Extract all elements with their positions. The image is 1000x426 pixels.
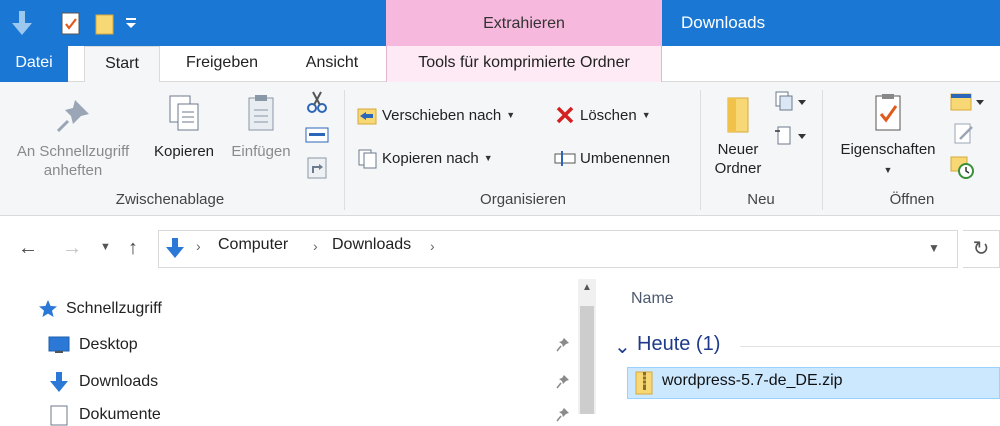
group-label-open: Öffnen	[889, 191, 935, 208]
edit-icon[interactable]	[952, 122, 976, 146]
nav-scrollbar-thumb[interactable]	[580, 306, 594, 414]
properties-dropdown-icon: ▼	[883, 165, 893, 175]
breadcrumb-downloads[interactable]: Downloads	[332, 236, 411, 254]
group-separator	[344, 90, 345, 210]
new-folder-icon	[727, 97, 749, 133]
recent-locations-dropdown-icon[interactable]: ▼	[100, 241, 111, 253]
group-collapse-chevron-icon[interactable]: ⌄	[614, 334, 631, 359]
paste-label: Einfügen	[231, 143, 291, 160]
rename-icon	[554, 151, 576, 166]
nav-label: Desktop	[79, 336, 138, 353]
contextual-band-extract: Extrahieren	[386, 0, 662, 46]
delete-x-icon	[556, 106, 574, 124]
nav-label: Downloads	[79, 373, 159, 390]
copy-to-dropdown-icon: ▼	[483, 153, 493, 163]
pin-icon	[556, 338, 569, 352]
paste-button[interactable]: Einfügen	[224, 92, 298, 161]
pin-icon	[556, 375, 569, 389]
nav-item-documents[interactable]: Dokumente	[48, 404, 572, 426]
history-icon[interactable]	[950, 154, 976, 180]
group-label-clipboard: Zwischenablage	[115, 191, 225, 208]
scissors-icon[interactable]	[306, 90, 328, 114]
new-folder-button[interactable]: Neuer Ordner	[706, 92, 770, 178]
refresh-icon[interactable]: ↻	[963, 230, 1000, 268]
tab-freigeben[interactable]: Freigeben	[172, 46, 272, 82]
ribbon: An Schnellzugriff anheften Kopieren Einf…	[0, 82, 1000, 216]
group-divider	[740, 346, 1000, 347]
tab-datei[interactable]: Datei	[0, 46, 68, 82]
up-arrow-icon[interactable]: ↑	[128, 237, 138, 260]
pin-label-line1: An Schnellzugriff	[16, 143, 130, 160]
group-label-organize: Organisieren	[480, 191, 566, 208]
copy-button[interactable]: Kopieren	[148, 92, 220, 161]
breadcrumb-chevron-icon[interactable]: ›	[313, 238, 318, 254]
group-separator	[700, 90, 701, 210]
new-folder-label-line2: Ordner	[714, 160, 762, 177]
move-folder-icon	[357, 108, 377, 125]
pin-icon	[56, 100, 89, 133]
nav-item-downloads[interactable]: Downloads	[48, 371, 572, 393]
pin-to-quick-access-button[interactable]: An Schnellzugriff anheften	[8, 96, 138, 180]
properties-qa-icon[interactable]	[60, 10, 82, 36]
breadcrumb-chevron-icon[interactable]: ›	[430, 238, 435, 254]
copy-icon	[169, 95, 199, 131]
ribbon-tabs: Datei Start Freigeben Ansicht Tools für …	[0, 46, 1000, 83]
zip-folder-icon	[635, 371, 653, 395]
move-to-button[interactable]: Verschieben nach ▼	[356, 104, 515, 126]
breadcrumb-chevron-icon[interactable]: ›	[196, 238, 201, 254]
navigation-pane: Schnellzugriff Desktop Downloads Dokumen…	[0, 279, 600, 426]
open-folder-icon[interactable]	[950, 90, 986, 114]
nav-item-desktop[interactable]: Desktop	[48, 335, 572, 355]
downloads-location-icon	[166, 238, 184, 258]
pin-icon	[556, 408, 569, 422]
window-title: Downloads	[681, 13, 766, 32]
delete-dropdown-icon: ▼	[641, 110, 651, 120]
tab-ansicht[interactable]: Ansicht	[290, 46, 374, 82]
title-bar: Extrahieren Downloads	[0, 0, 1000, 46]
rename-label: Umbenennen	[580, 149, 671, 167]
new-item-icon[interactable]	[774, 90, 810, 114]
forward-arrow-icon[interactable]: →	[62, 237, 82, 260]
properties-button[interactable]: Eigenschaften ▼	[832, 92, 944, 180]
download-arrow-icon[interactable]	[10, 9, 34, 37]
tab-start[interactable]: Start	[84, 46, 160, 83]
group-separator	[822, 90, 823, 210]
breadcrumb-computer[interactable]: Computer	[218, 236, 288, 254]
nav-label: Schnellzugriff	[66, 300, 162, 317]
group-label-new: Neu	[747, 191, 775, 208]
customize-qa-dropdown-icon[interactable]	[124, 15, 138, 31]
star-icon	[39, 300, 57, 317]
documents-icon	[50, 405, 68, 426]
copy-label: Kopieren	[153, 143, 215, 160]
quick-access-toolbar	[10, 0, 138, 46]
new-folder-label-line1: Neuer	[717, 141, 759, 158]
properties-icon	[875, 94, 901, 131]
tab-compressed-tools[interactable]: Tools für komprimierte Ordner	[386, 46, 662, 82]
easy-access-icon[interactable]	[774, 124, 810, 148]
move-to-label: Verschieben nach	[382, 106, 502, 124]
copy-to-label: Kopieren nach	[382, 149, 479, 167]
properties-label: Eigenschaften	[840, 141, 936, 158]
delete-button[interactable]: Löschen ▼	[554, 104, 651, 126]
new-folder-qa-icon[interactable]	[94, 10, 116, 36]
file-name[interactable]: wordpress-5.7-de_DE.zip	[662, 372, 843, 390]
group-header-today[interactable]: Heute (1)	[637, 333, 720, 356]
copy-path-icon[interactable]	[305, 126, 329, 144]
scroll-up-arrow-icon[interactable]: ▲	[578, 282, 596, 293]
back-arrow-icon[interactable]: ←	[18, 237, 38, 260]
desktop-icon	[48, 336, 70, 353]
clipboard-icon	[248, 95, 274, 131]
paste-shortcut-icon[interactable]	[306, 156, 328, 180]
address-history-chevron-icon[interactable]: ▼	[928, 241, 940, 255]
move-to-dropdown-icon: ▼	[506, 110, 516, 120]
nav-item-quick-access[interactable]: Schnellzugriff	[38, 299, 162, 319]
column-header-name[interactable]: Name	[631, 290, 674, 308]
downloads-icon	[50, 372, 68, 392]
copy-to-button[interactable]: Kopieren nach ▼	[356, 147, 493, 169]
delete-label: Löschen	[580, 106, 637, 124]
pin-label-line2: anheften	[43, 162, 103, 179]
copy-to-icon	[358, 149, 377, 169]
rename-button[interactable]: Umbenennen	[554, 147, 670, 169]
nav-label: Dokumente	[79, 406, 161, 423]
